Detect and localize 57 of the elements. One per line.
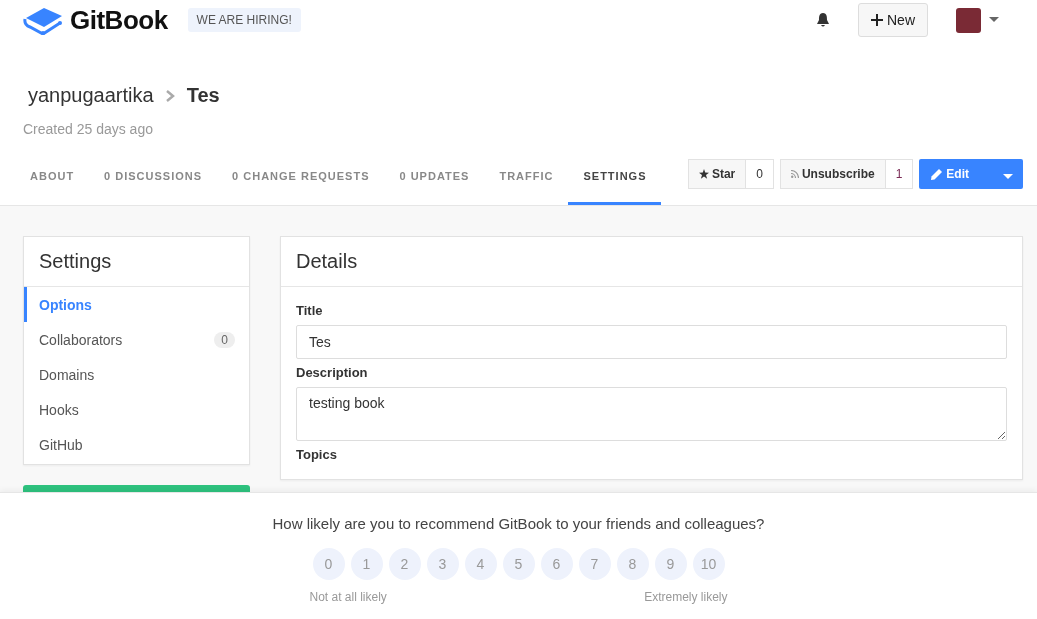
field-label: Topics bbox=[296, 447, 338, 462]
high-scale-label: Extremely likely bbox=[644, 590, 728, 604]
score-button[interactable]: 8 bbox=[616, 548, 649, 580]
pencil-icon bbox=[931, 168, 943, 180]
tab[interactable]: ABOUT bbox=[15, 158, 90, 205]
survey-question: How likely are you to recommend GitBook to your friends and colleagues? bbox=[272, 515, 765, 532]
sidebar-item-label: GitHub bbox=[39, 436, 83, 453]
title-input-field[interactable]: Tes bbox=[296, 325, 1007, 359]
details-title: Details bbox=[281, 237, 1022, 287]
sidebar-item[interactable]: GitHub bbox=[24, 427, 249, 462]
created-date: Created 25 days ago bbox=[22, 120, 154, 137]
score-button[interactable]: 5 bbox=[502, 548, 535, 580]
score-button[interactable]: 3 bbox=[426, 548, 459, 580]
tab[interactable]: 0 DISCUSSIONS bbox=[89, 158, 218, 205]
tab[interactable]: 0 UPDATES bbox=[384, 158, 485, 205]
bell-icon[interactable] bbox=[816, 12, 830, 28]
owner-link[interactable]: yanpugaartika bbox=[28, 84, 154, 107]
sidebar-title: Settings bbox=[24, 237, 249, 287]
sidebar-item[interactable]: Hooks bbox=[24, 392, 249, 427]
tab[interactable]: 0 CHANGE REQUESTS bbox=[217, 158, 385, 205]
book-title: Tes bbox=[186, 84, 220, 107]
score-button[interactable]: 1 bbox=[350, 548, 383, 580]
rss-icon bbox=[790, 170, 799, 178]
score-button[interactable]: 10 bbox=[692, 548, 725, 580]
star-icon bbox=[698, 169, 709, 179]
tab[interactable]: TRAFFIC bbox=[484, 158, 569, 205]
unsubscribe-button[interactable]: Unsubscribe bbox=[779, 159, 886, 189]
score-button[interactable]: 6 bbox=[540, 548, 573, 580]
sidebar-item-label: Collaborators bbox=[39, 331, 123, 348]
sidebar-item-label: Domains bbox=[39, 366, 95, 383]
subscriber-count: 1 bbox=[885, 159, 914, 189]
score-button[interactable]: 2 bbox=[388, 548, 421, 580]
book-logo-icon bbox=[22, 5, 64, 35]
avatar-photo-placeholder[interactable] bbox=[956, 7, 981, 33]
count-badge: 0 bbox=[214, 331, 235, 348]
low-scale-label: Not at all likely bbox=[309, 590, 387, 604]
sidebar-item[interactable]: Collaborators 0 bbox=[24, 322, 249, 357]
field-label: Description bbox=[296, 365, 369, 380]
score-button[interactable]: 7 bbox=[578, 548, 611, 580]
sidebar-item[interactable]: Options bbox=[24, 287, 249, 322]
hiring-badge[interactable]: WE ARE HIRING! bbox=[187, 8, 301, 32]
star-count: 0 bbox=[746, 159, 774, 189]
sidebar-item-label: Options bbox=[39, 296, 92, 313]
sidebar-item-label: Hooks bbox=[39, 401, 79, 418]
caret-icon bbox=[1003, 173, 1013, 179]
sidebar-item[interactable]: Domains bbox=[24, 357, 249, 392]
field-label: Title bbox=[296, 303, 324, 318]
new-button[interactable]: New bbox=[858, 3, 928, 37]
gitbook-logo[interactable]: GitBook bbox=[70, 4, 168, 36]
plus-icon bbox=[871, 14, 883, 26]
score-button[interactable]: 4 bbox=[464, 548, 497, 580]
score-button[interactable]: 0 bbox=[312, 548, 345, 580]
description-text-field[interactable]: testing book bbox=[296, 387, 1007, 441]
chevron-icon bbox=[165, 89, 175, 102]
caret-icon[interactable] bbox=[989, 17, 999, 23]
star-button[interactable]: Star bbox=[687, 159, 747, 189]
score-button[interactable]: 9 bbox=[654, 548, 687, 580]
